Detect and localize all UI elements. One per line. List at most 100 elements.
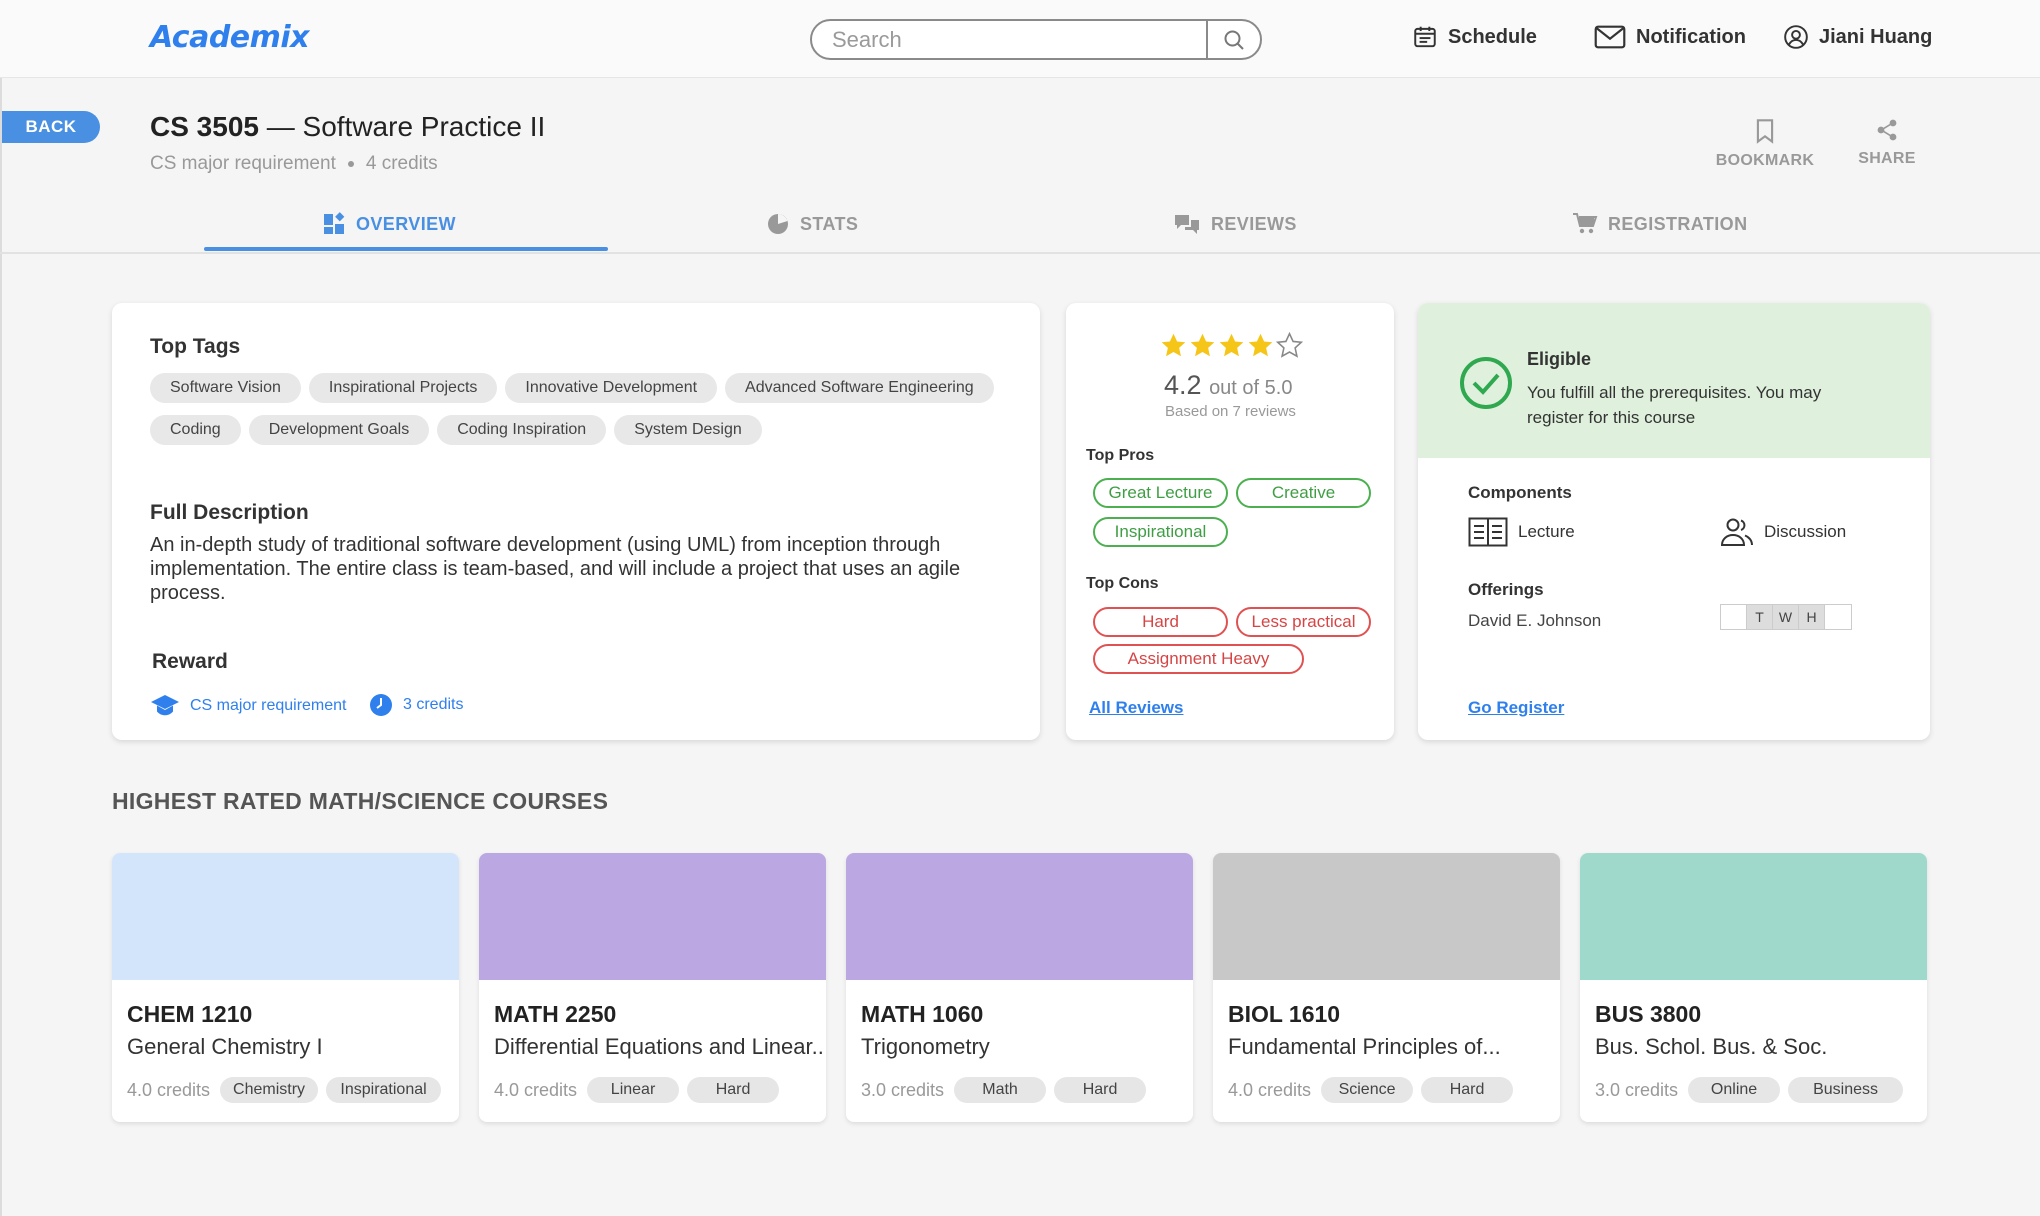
course-card-tag[interactable]: Chemistry	[220, 1077, 319, 1103]
tag-pill[interactable]: Inspirational Projects	[308, 373, 498, 403]
pro-pill[interactable]: Inspirational	[1093, 517, 1228, 547]
star-rating	[1160, 332, 1303, 359]
star-empty-icon	[1276, 332, 1303, 358]
course-card-credits: 4.0 credits	[1228, 1079, 1312, 1100]
con-pill[interactable]: Less practical	[1236, 607, 1371, 637]
tab-registration-label: REGISTRATION	[1608, 213, 1748, 234]
search-button[interactable]	[1206, 21, 1260, 58]
course-card[interactable]: BIOL 1610 Fundamental Principles of... 4…	[1213, 853, 1560, 1122]
component-discussion: Discussion	[1720, 517, 1846, 547]
course-code: CS 3505	[150, 111, 259, 142]
component-lecture: Lecture	[1468, 517, 1575, 547]
course-card-tag[interactable]: Math	[954, 1077, 1047, 1103]
course-description: An in-depth study of traditional softwar…	[150, 534, 961, 604]
course-card-tag[interactable]: Business	[1788, 1077, 1904, 1103]
course-card[interactable]: CHEM 1210 General Chemistry I 4.0 credit…	[112, 853, 459, 1122]
bookmark-icon	[1756, 119, 1774, 144]
top-cons-heading: Top Cons	[1086, 575, 1159, 592]
tab-overview[interactable]: OVERVIEW	[322, 212, 456, 236]
check-circle-icon	[1460, 357, 1512, 409]
dashboard-icon	[324, 212, 345, 234]
course-card-name: General Chemistry I	[127, 1034, 323, 1059]
course-card-tag[interactable]: Inspirational	[326, 1077, 442, 1103]
course-card-tag[interactable]: Hard	[1421, 1077, 1514, 1103]
components-heading: Components	[1468, 483, 1572, 502]
pie-chart-icon	[768, 214, 788, 234]
back-button[interactable]: BACK	[2, 111, 100, 143]
course-title: CS 3505 — Software Practice II	[150, 111, 545, 143]
course-card[interactable]: MATH 1060 Trigonometry 3.0 credits Math …	[846, 853, 1193, 1122]
course-card-credits: 4.0 credits	[127, 1079, 211, 1100]
pro-pill[interactable]: Great Lecture	[1093, 478, 1228, 508]
tab-reviews[interactable]: REVIEWS	[1173, 212, 1297, 236]
clock-icon	[370, 694, 392, 716]
course-card-credits: 4.0 credits	[494, 1079, 578, 1100]
course-card[interactable]: BUS 3800 Bus. Schol. Bus. & Soc. 3.0 cre…	[1580, 853, 1927, 1122]
meeting-days: T W H	[1720, 604, 1852, 630]
course-card-meta: 4.0 credits Linear Hard	[494, 1077, 780, 1103]
reward-credits-label: 3 credits	[403, 696, 464, 713]
course-card-image	[479, 853, 826, 980]
course-name: Software Practice II	[302, 111, 546, 142]
tag-pill[interactable]: Advanced Software Engineering	[725, 373, 994, 403]
course-card-tag[interactable]: Online	[1688, 1077, 1781, 1103]
description-heading: Full Description	[150, 501, 309, 524]
course-card[interactable]: MATH 2250 Differential Equations and Lin…	[479, 853, 826, 1122]
course-card-tag[interactable]: Science	[1321, 1077, 1414, 1103]
reward-requirement[interactable]: CS major requirement	[150, 693, 347, 719]
search-input[interactable]	[812, 21, 1206, 58]
day-cell: T	[1747, 605, 1773, 629]
tag-pill[interactable]: Innovative Development	[505, 373, 718, 403]
user-icon	[1784, 25, 1808, 49]
search-icon	[1224, 30, 1244, 50]
course-card-tag[interactable]: Linear	[587, 1077, 680, 1103]
cart-icon	[1573, 213, 1598, 234]
tag-pill[interactable]: System Design	[614, 415, 762, 445]
star-filled-icon	[1161, 333, 1186, 357]
course-card-code: BIOL 1610	[1228, 1001, 1341, 1027]
con-pill[interactable]: Hard	[1093, 607, 1228, 637]
component-lecture-label: Lecture	[1518, 522, 1575, 541]
go-register-link[interactable]: Go Register	[1468, 698, 1564, 718]
tag-pill[interactable]: Development Goals	[248, 415, 430, 445]
nav-user-label: Jiani Huang	[1819, 25, 1933, 48]
tag-pill[interactable]: Coding Inspiration	[437, 415, 607, 445]
tab-registration[interactable]: REGISTRATION	[1572, 212, 1747, 236]
day-cell	[1825, 605, 1851, 629]
nav-schedule[interactable]: Schedule	[1412, 24, 1537, 50]
tab-overview-label: OVERVIEW	[356, 213, 456, 234]
con-pill[interactable]: Assignment Heavy	[1093, 644, 1304, 674]
nav-user[interactable]: Jiani Huang	[1783, 24, 1932, 50]
pro-pill[interactable]: Creative	[1236, 478, 1371, 508]
course-card-tag[interactable]: Hard	[687, 1077, 780, 1103]
rating-score-value: 4.2	[1164, 370, 1202, 400]
course-card-code: MATH 2250	[494, 1001, 617, 1027]
course-card-meta: 3.0 credits Online Business	[1595, 1077, 1904, 1103]
book-icon	[1468, 517, 1508, 547]
tag-pill[interactable]: Coding	[150, 415, 241, 445]
active-tab-indicator	[204, 247, 608, 251]
share-button[interactable]: SHARE	[1832, 118, 1942, 168]
offerings-heading: Offerings	[1468, 580, 1544, 599]
course-card-code: CHEM 1210	[127, 1001, 253, 1027]
app-logo[interactable]: Academix	[150, 20, 310, 55]
bookmark-button[interactable]: BOOKMARK	[1710, 118, 1820, 170]
separator-dot	[347, 161, 354, 167]
course-card-meta: 4.0 credits Science Hard	[1228, 1077, 1514, 1103]
eligibility-status: Eligible	[1527, 349, 1592, 369]
nav-notification[interactable]: Notification	[1594, 24, 1746, 50]
day-cell: W	[1773, 605, 1799, 629]
tag-pill[interactable]: Software Vision	[150, 373, 301, 403]
tab-stats[interactable]: STATS	[766, 212, 858, 236]
day-cell: H	[1799, 605, 1825, 629]
star-filled-icon	[1219, 333, 1244, 357]
course-card-image	[846, 853, 1193, 980]
rating-out-of: out of 5.0	[1209, 377, 1293, 399]
reward-heading: Reward	[152, 650, 228, 673]
tab-reviews-label: REVIEWS	[1211, 213, 1297, 234]
course-card-tag[interactable]: Hard	[1054, 1077, 1147, 1103]
reward-credits[interactable]: 3 credits	[369, 693, 463, 717]
all-reviews-link[interactable]: All Reviews	[1089, 698, 1184, 718]
tab-stats-label: STATS	[800, 213, 859, 234]
course-card-credits: 3.0 credits	[861, 1079, 945, 1100]
